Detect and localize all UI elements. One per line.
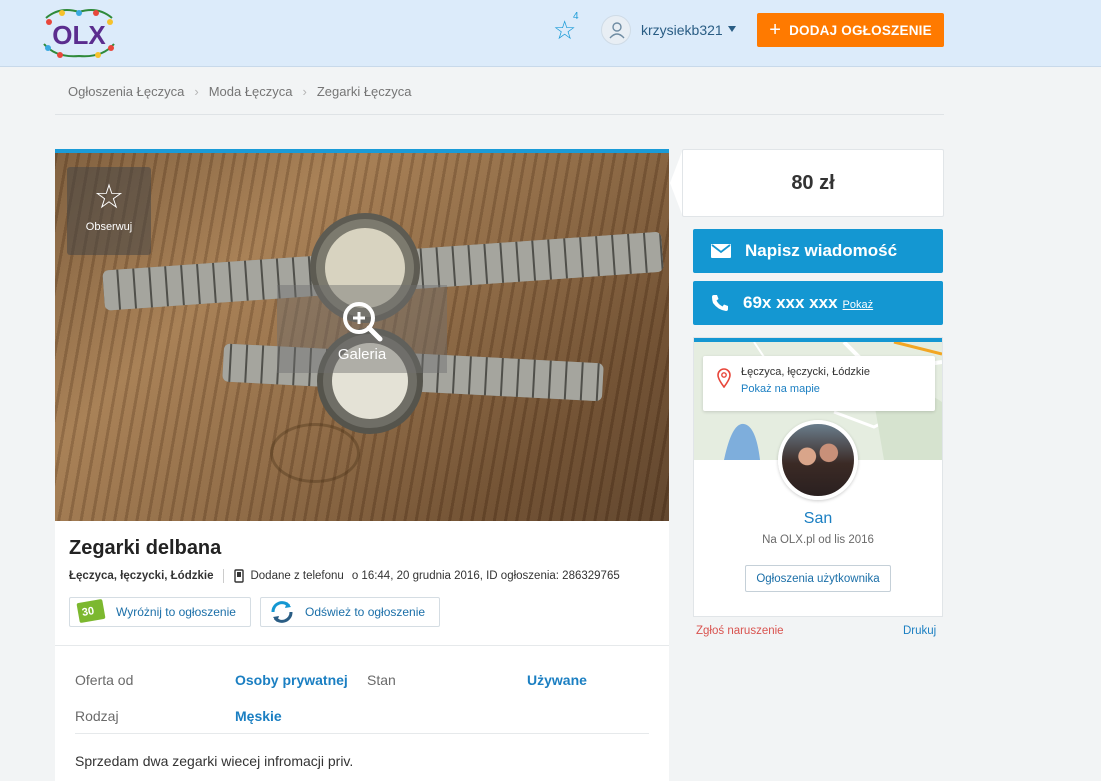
chevron-right-icon: › (302, 84, 307, 99)
price-box: 80 zł (682, 149, 944, 217)
param-label: Stan (367, 672, 396, 688)
listing-card: ☆ Obserwuj Galeria Zegarki delbana Łęczy… (55, 149, 669, 781)
breadcrumb-item[interactable]: Zegarki Łęczyca (317, 84, 412, 99)
send-message-label: Napisz wiadomość (745, 241, 898, 260)
add-listing-button[interactable]: + DODAJ OGŁOSZENIE (757, 13, 944, 47)
divider (223, 569, 225, 583)
observe-label: Obserwuj (85, 221, 133, 233)
top-header: OLX ☆ 4 krzysiekb321 + DODAJ OGŁOSZENIE (0, 0, 1101, 67)
gallery-label: Galeria (337, 346, 387, 363)
promo-badge-text: 30 (81, 605, 96, 619)
show-on-map-link[interactable]: Pokaż na mapie (741, 383, 820, 395)
olx-logo[interactable]: OLX (40, 4, 118, 62)
section-divider (75, 733, 649, 734)
mobile-phone-icon (234, 569, 245, 583)
seller-card: Łęczyca, łęczycki, Łódzkie Pokaż na mapi… (693, 337, 943, 617)
breadcrumb-item[interactable]: Ogłoszenia Łęczyca (68, 84, 184, 99)
gallery-button[interactable]: Galeria (277, 285, 447, 373)
chevron-down-icon[interactable] (728, 26, 736, 32)
listing-title: Zegarki delbana (69, 537, 222, 559)
param-value[interactable]: Męskie (235, 708, 282, 724)
star-outline-icon: ☆ (93, 178, 125, 216)
user-icon (609, 22, 625, 39)
param-label: Rodzaj (75, 708, 119, 724)
zoom-in-icon (343, 302, 383, 342)
favorites-count: 4 (573, 11, 579, 22)
seller-avatar[interactable] (778, 420, 858, 500)
map-pin-icon (717, 368, 731, 388)
listing-meta: Łęczyca, łęczycki, Łódzkie Dodane z tele… (69, 569, 620, 583)
breadcrumb-divider (55, 114, 944, 115)
map-address: Łęczyca, łęczycki, Łódzkie (741, 366, 870, 378)
refresh-label: Odśwież to ogłoszenie (305, 605, 426, 619)
envelope-icon (711, 244, 731, 258)
user-avatar[interactable] (601, 15, 631, 45)
added-info: o 16:44, 20 grudnia 2016, ID ogłoszenia:… (351, 570, 620, 582)
chevron-right-icon: › (194, 84, 199, 99)
phone-button[interactable]: 69x xxx xxx Pokaż (693, 281, 943, 325)
promote-label: Wyróżnij to ogłoszenie (116, 605, 236, 619)
param-label: Oferta od (75, 672, 134, 688)
seller-name[interactable]: San (694, 510, 942, 528)
observe-button[interactable]: ☆ Obserwuj (67, 167, 151, 255)
user-ads-label: Ogłoszenia użytkownika (756, 572, 880, 585)
send-message-button[interactable]: Napisz wiadomość (693, 229, 943, 273)
phone-icon (712, 295, 728, 311)
breadcrumb: Ogłoszenia Łęczyca › Moda Łęczyca › Zega… (68, 84, 412, 99)
logo-text: OLX (52, 20, 106, 50)
param-value[interactable]: Używane (527, 672, 587, 688)
added-via: Dodane z telefonu (250, 570, 344, 582)
report-link[interactable]: Zgłoś naruszenie (696, 625, 784, 637)
refresh-listing-button[interactable]: Odśwież to ogłoszenie (260, 597, 440, 627)
listing-photo[interactable]: ☆ Obserwuj Galeria (55, 153, 669, 521)
promote-listing-button[interactable]: 30 Wyróżnij to ogłoszenie (69, 597, 251, 627)
username-menu[interactable]: krzysiekb321 (641, 22, 723, 38)
add-listing-label: DODAJ OGŁOSZENIE (789, 22, 932, 38)
listing-description: Sprzedam dwa zegarki wiecej infromacji p… (75, 753, 354, 769)
refresh-icon (271, 601, 293, 623)
price-value: 80 zł (791, 171, 835, 194)
listing-location: Łęczyca, łęczycki, Łódzkie (69, 570, 214, 582)
user-ads-button[interactable]: Ogłoszenia użytkownika (745, 565, 891, 592)
show-phone-link[interactable]: Pokaż (843, 299, 874, 311)
param-value[interactable]: Osoby prywatnej (235, 672, 348, 688)
section-divider (55, 645, 669, 646)
breadcrumb-item[interactable]: Moda Łęczyca (209, 84, 293, 99)
seller-since: Na OLX.pl od lis 2016 (762, 534, 874, 546)
favorites-button[interactable]: ☆ 4 (553, 11, 583, 46)
phone-number: 69x xxx xxx (743, 293, 838, 312)
map-location-card: Łęczyca, łęczycki, Łódzkie Pokaż na mapi… (703, 356, 935, 411)
print-link[interactable]: Drukuj (903, 625, 936, 637)
plus-icon: + (769, 19, 782, 41)
promo-30-days-icon: 30 (76, 598, 108, 625)
